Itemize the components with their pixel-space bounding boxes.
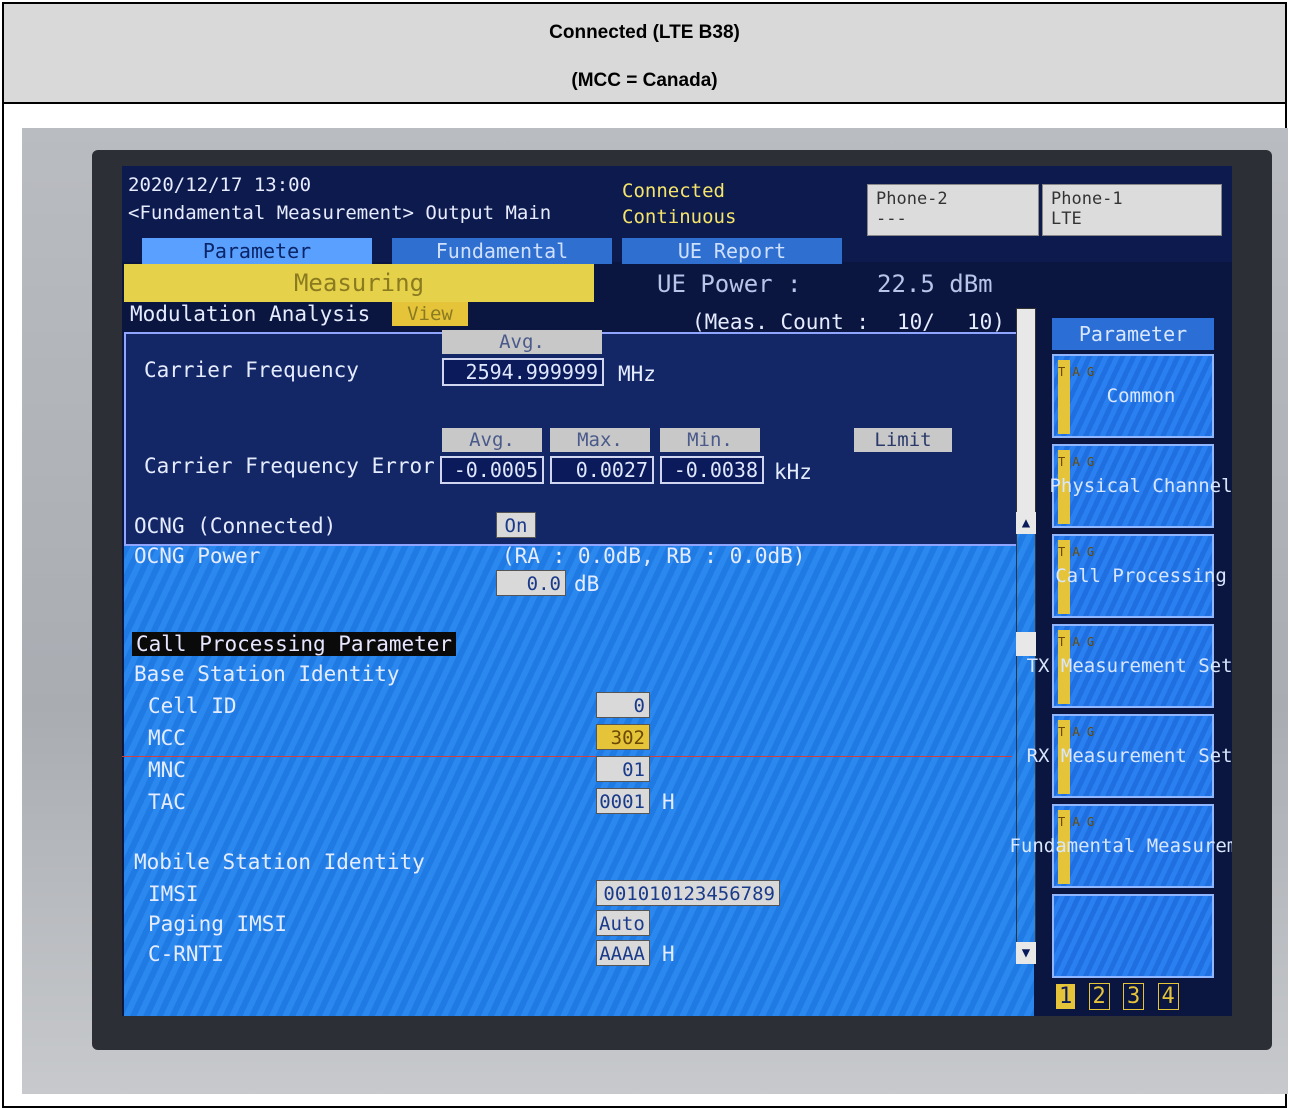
phone2-label: Phone-2 [876, 189, 948, 209]
softkey-physical-channel-label: Physical Channel [1049, 475, 1232, 497]
crnti-unit: H [662, 942, 675, 966]
tab-ue-report[interactable]: UE Report [622, 238, 842, 264]
scroll-thumb[interactable] [1016, 632, 1036, 656]
phone2-value: --- [876, 209, 907, 229]
ocng-ra-rb: (RA : 0.0dB, RB : 0.0dB) [502, 544, 806, 568]
ocng-power-field[interactable]: 0.0 [496, 570, 566, 596]
connection-mode: Continuous [622, 206, 737, 228]
instrument-screen: 2020/12/17 13:00 <Fundamental Measuremen… [122, 166, 1232, 1016]
imsi-label: IMSI [148, 882, 199, 906]
softkey-rx-measurement-setup[interactable]: T A G RX Measurement Setup [1026, 714, 1232, 798]
modulation-title: Modulation Analysis [130, 302, 371, 326]
softkey-physical-channel[interactable]: T A G Physical Channel [1049, 444, 1232, 528]
mnc-label: MNC [148, 758, 186, 782]
softkey-panel: Parameter T A G Common T A G Physical Ch… [1009, 318, 1232, 1016]
crnti-label: C-RNTI [148, 942, 224, 966]
crnti-field[interactable]: AAAA [596, 940, 650, 966]
base-station-identity-label: Base Station Identity [134, 662, 400, 686]
softkey-common-label: Common [1106, 385, 1176, 407]
cfe-min-header: Min. [660, 428, 760, 452]
scroll-up-arrow-icon[interactable]: ▲ [1016, 512, 1036, 534]
tac-unit: H [662, 790, 675, 814]
cfe-max-header: Max. [550, 428, 650, 452]
phone1-value: LTE [1051, 209, 1082, 229]
cfe-max-value: 0.0027 [550, 456, 654, 484]
phone1-label: Phone-1 [1051, 189, 1123, 209]
ocng-power-unit: dB [574, 572, 600, 596]
ue-power-label: UE Power : [657, 270, 802, 298]
softkey-pager: 1 2 3 4 [1056, 983, 1179, 1010]
measurement-mode: <Fundamental Measurement> Output Main [128, 202, 552, 224]
mobile-station-identity-label: Mobile Station Identity [134, 850, 425, 874]
softkey-call-processing[interactable]: T A G Call Processing [1052, 534, 1227, 618]
call-processing-parameter-heading: Call Processing Parameter [132, 632, 457, 656]
ocng-power-label: OCNG Power [134, 544, 261, 568]
caption-header: Connected (LTE B38) (MCC = Canada) [4, 4, 1285, 104]
softkey-blank-label [1072, 896, 1210, 976]
softkey-rx-measurement-setup-label: RX Measurement Setup [1026, 745, 1232, 767]
softkey-blank[interactable] [1052, 894, 1214, 978]
carrier-frequency-value: 2594.999999 [442, 358, 604, 386]
tab-parameter[interactable]: Parameter [142, 238, 372, 264]
connection-status: Connected [622, 180, 725, 202]
view-button[interactable]: View [392, 302, 468, 326]
ocng-on-field[interactable]: On [496, 512, 536, 538]
scroll-down-arrow-icon[interactable]: ▼ [1016, 942, 1036, 964]
cfe-unit: kHz [774, 460, 812, 484]
page-3[interactable]: 3 [1123, 983, 1145, 1010]
softkey-fundamental-measurement[interactable]: T A G Fundamental Measurement [1009, 804, 1232, 888]
page-2[interactable]: 2 [1088, 983, 1110, 1010]
page-1[interactable]: 1 [1056, 984, 1076, 1009]
instrument-photo: 2020/12/17 13:00 <Fundamental Measuremen… [22, 128, 1288, 1094]
mcc-label: MCC [148, 726, 186, 750]
tab-fundamental[interactable]: Fundamental [392, 238, 612, 264]
page-4[interactable]: 4 [1157, 983, 1179, 1010]
softkey-tx-measurement-setup[interactable]: T A G TX Measurement Setup [1026, 624, 1232, 708]
ue-power-value: 22.5 dBm [877, 270, 993, 298]
measuring-bar: Measuring [124, 264, 594, 302]
caption-line2: (MCC = Canada) [571, 70, 718, 91]
caption-line1: Connected (LTE B38) [549, 22, 740, 43]
datetime: 2020/12/17 13:00 [128, 174, 312, 196]
softkey-common[interactable]: T A G Common [1052, 354, 1214, 438]
cfe-min-value: -0.0038 [660, 456, 764, 484]
cfe-avg-header: Avg. [442, 428, 542, 452]
cfe-avg-value: -0.0005 [440, 456, 544, 484]
cell-id-field[interactable]: 0 [596, 692, 650, 718]
tag-icon: T A G [1058, 360, 1094, 434]
cf-avg-header: Avg. [442, 330, 602, 354]
phone1-box[interactable]: Phone-1 LTE [1042, 184, 1222, 236]
softkey-panel-title: Parameter [1052, 318, 1214, 350]
mnc-field[interactable]: 01 [596, 756, 650, 782]
limit-button[interactable]: Limit [854, 428, 952, 452]
softkey-tx-measurement-setup-label: TX Measurement Setup [1026, 655, 1232, 677]
modulation-scrollbar[interactable] [1016, 308, 1036, 518]
softkey-fundamental-measurement-label: Fundamental Measurement [1009, 835, 1232, 857]
carrier-frequency-label: Carrier Frequency [144, 358, 359, 382]
mcc-field[interactable]: 302 [596, 724, 650, 750]
paging-imsi-label: Paging IMSI [148, 912, 288, 936]
parameter-panel [124, 546, 1034, 1016]
meas-count-label: (Meas. Count : [692, 310, 870, 334]
cfe-label: Carrier Frequency Error [144, 454, 435, 478]
phone2-box[interactable]: Phone-2 --- [867, 184, 1039, 236]
carrier-frequency-unit: MHz [618, 362, 656, 386]
parameter-scrollbar[interactable] [1016, 512, 1036, 964]
meas-count-value: 10/ [897, 310, 935, 334]
imsi-field[interactable]: 001010123456789 [596, 880, 780, 906]
tac-field[interactable]: 0001 [596, 788, 650, 814]
ocng-connected-label: OCNG (Connected) [134, 514, 337, 538]
cursor-line [122, 756, 1012, 757]
softkey-call-processing-label: Call Processing [1055, 565, 1227, 587]
figure-frame: Connected (LTE B38) (MCC = Canada) 2020/… [2, 2, 1288, 1108]
cell-id-label: Cell ID [148, 694, 237, 718]
tac-label: TAC [148, 790, 186, 814]
paging-imsi-field[interactable]: Auto [596, 910, 650, 936]
meas-count-total: 10) [967, 310, 1005, 334]
